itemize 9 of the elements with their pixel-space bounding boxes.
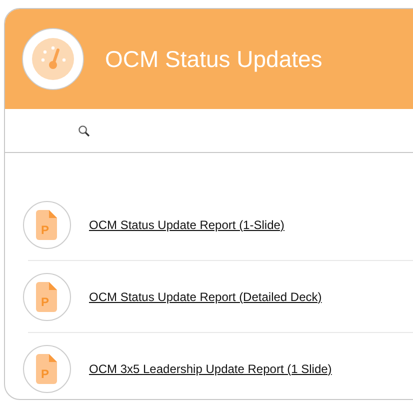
document-link[interactable]: OCM Status Update Report (1-Slide) <box>89 218 284 232</box>
search-icon <box>78 124 90 136</box>
document-icon: P <box>36 282 58 312</box>
document-icon: P <box>36 210 58 240</box>
gauge-icon <box>32 38 74 80</box>
document-icon: P <box>36 354 58 384</box>
page-title: OCM Status Updates <box>105 46 322 72</box>
document-link[interactable]: OCM Status Update Report (Detailed Deck) <box>89 290 322 304</box>
document-link[interactable]: OCM 3x5 Leadership Update Report (1 Slide) <box>89 362 332 376</box>
